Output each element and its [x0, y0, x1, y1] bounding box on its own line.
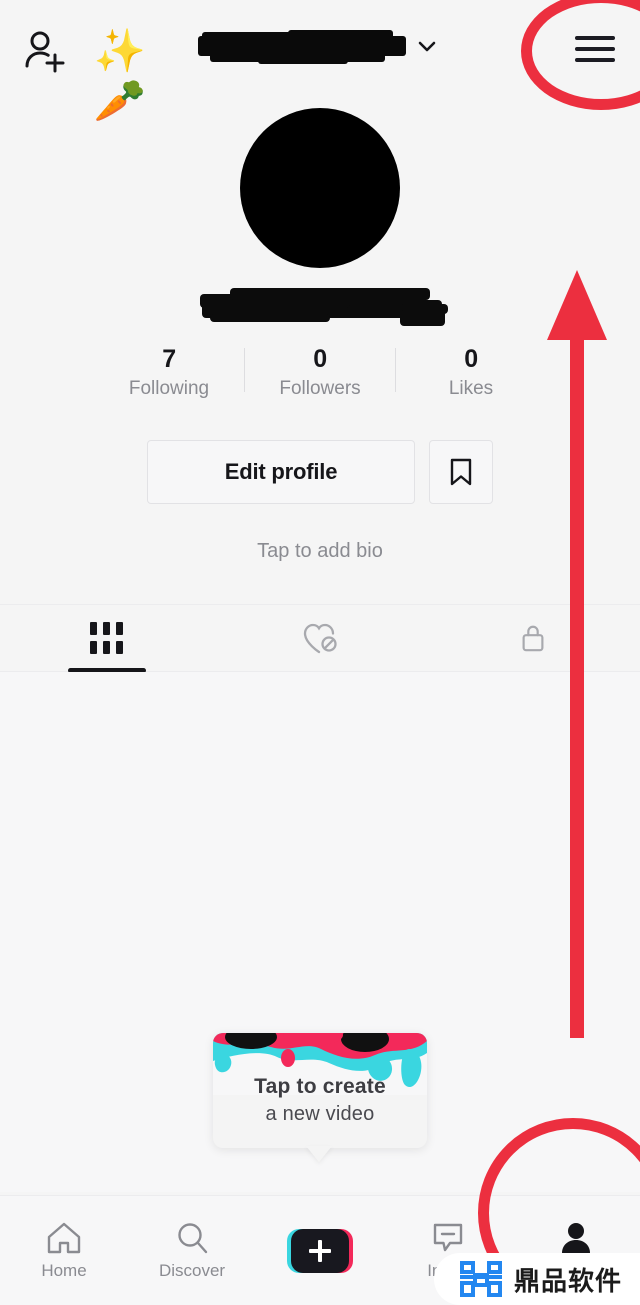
plus-icon: [309, 1239, 331, 1262]
bookmark-icon: [450, 458, 472, 486]
chevron-down-icon: [418, 41, 436, 52]
watermark-text: 鼎品软件: [514, 1266, 623, 1297]
create-video-tooltip[interactable]: Tap to create a new video: [213, 1033, 427, 1148]
stat-likes[interactable]: 0 Likes: [396, 344, 546, 402]
nav-label: Discover: [158, 1260, 226, 1280]
profile-handle-redacted: [200, 286, 448, 330]
add-person-icon[interactable]: [22, 28, 68, 74]
stat-label: Followers: [279, 378, 361, 399]
profile-stats: 7 Following 0 Followers 0 Likes: [0, 344, 640, 406]
top-bar: ✨🥕: [0, 0, 640, 124]
sparkle-carrot-icon[interactable]: ✨🥕: [92, 26, 148, 124]
nav-item-create[interactable]: [256, 1196, 384, 1305]
tab-private[interactable]: [427, 605, 640, 671]
nav-label: Home: [41, 1260, 87, 1280]
hamburger-menu-icon[interactable]: [575, 36, 615, 62]
watermark: 鼎品软件: [434, 1253, 640, 1305]
stat-label: Following: [128, 378, 210, 399]
stat-value: 0: [464, 345, 478, 373]
profile-actions: Edit profile: [0, 440, 640, 504]
stat-followers[interactable]: 0 Followers: [245, 344, 395, 402]
tab-videos[interactable]: [0, 605, 213, 673]
search-icon: [178, 1222, 208, 1253]
edit-profile-button[interactable]: Edit profile: [147, 440, 415, 504]
nav-item-home[interactable]: Home: [0, 1196, 128, 1305]
create-dark-layer: [291, 1228, 349, 1273]
ding-logo-icon: [460, 1261, 502, 1297]
profile-tabs: [0, 604, 640, 673]
stat-value: 0: [313, 345, 327, 373]
tab-liked[interactable]: [213, 605, 426, 671]
tooltip-line1: Tap to create: [254, 1075, 386, 1098]
stat-following[interactable]: 7 Following: [94, 344, 244, 402]
annotation-arrow-head: [547, 270, 607, 340]
tooltip-pointer: [306, 1146, 332, 1162]
grid-icon: [90, 622, 124, 654]
nav-item-discover[interactable]: Discover: [128, 1196, 256, 1305]
avatar[interactable]: [240, 108, 400, 268]
username-dropdown[interactable]: [198, 30, 438, 64]
bio-placeholder[interactable]: Tap to add bio: [0, 540, 640, 563]
phone-screen: ✨🥕 7 Following 0 Followers 0 Likes Edit …: [0, 0, 640, 1305]
bookmark-button[interactable]: [429, 440, 493, 504]
stat-label: Likes: [448, 378, 494, 399]
stat-value: 7: [162, 345, 176, 373]
username-redacted: [198, 30, 408, 64]
home-icon: [47, 1222, 81, 1253]
tooltip-text: Tap to create a new video: [213, 1075, 427, 1126]
lock-icon: [522, 625, 544, 652]
heart-hidden-icon: [303, 623, 337, 654]
person-filled-icon: [562, 1222, 590, 1253]
create-button[interactable]: [287, 1228, 353, 1273]
tooltip-line2: a new video: [265, 1103, 375, 1125]
inbox-bubble-icon: [433, 1223, 463, 1251]
